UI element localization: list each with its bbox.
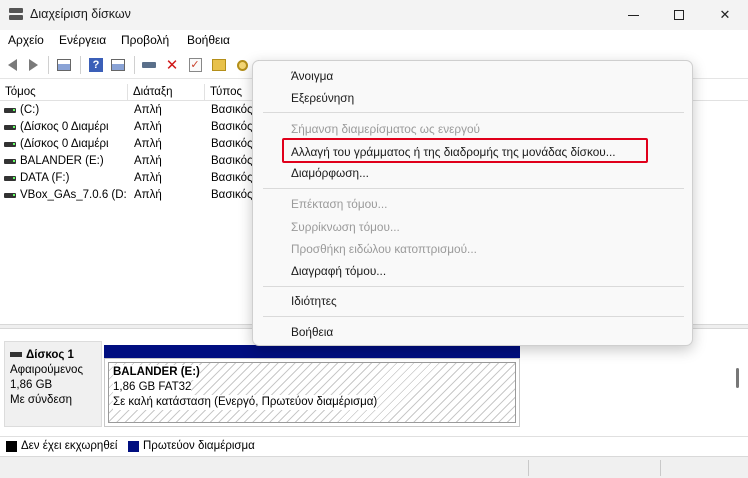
checklist-icon[interactable]: ✓: [187, 57, 203, 73]
partition-selected[interactable]: BALANDER (E:) 1,86 GB FAT32 Σε καλή κατά…: [108, 362, 516, 423]
drive-icon: [4, 159, 16, 164]
menu-file[interactable]: Αρχείο: [8, 33, 44, 47]
disk-management-app-icon: [9, 8, 23, 21]
volume-layout: Απλή: [134, 121, 162, 133]
highlight-annotation-box: [282, 138, 648, 163]
drive-icon: [4, 125, 16, 130]
drive-icon: [4, 176, 16, 181]
connect-disk-icon[interactable]: [141, 57, 157, 73]
volume-layout: Απλή: [134, 172, 162, 184]
volume-name: BALANDER (E:): [20, 155, 104, 167]
menu-help[interactable]: Βοήθεια: [187, 33, 230, 47]
volume-type: Βασικός: [211, 121, 253, 133]
menu-view[interactable]: Προβολή: [121, 33, 169, 47]
menu-item-properties[interactable]: Ιδιότητες: [254, 290, 691, 312]
back-arrow-icon[interactable]: [4, 57, 20, 73]
toolbar-separator: [134, 56, 135, 74]
disk-size: 1,86 GB: [10, 379, 53, 391]
status-divider: [528, 460, 529, 476]
partition-block[interactable]: BALANDER (E:) 1,86 GB FAT32 Σε καλή κατά…: [104, 345, 520, 427]
volume-layout: Απλή: [134, 155, 162, 167]
partition-health: Σε καλή κατάσταση (Ενεργό, Πρωτεύον διαμ…: [113, 395, 378, 410]
disk-name: Δίσκος 1: [26, 349, 74, 361]
volume-type: Βασικός: [211, 104, 253, 116]
status-bar: [0, 456, 748, 478]
drive-icon: [4, 142, 16, 147]
context-menu: Άνοιγμα Εξερεύνηση Σήμανση διαμερίσματος…: [252, 60, 693, 346]
menu-item-format[interactable]: Διαμόρφωση...: [254, 162, 691, 184]
forward-arrow-icon[interactable]: [25, 57, 41, 73]
delete-icon[interactable]: ✕: [164, 57, 180, 74]
volume-type: Βασικός: [211, 155, 253, 167]
menu-separator: [263, 188, 684, 189]
column-volume[interactable]: Τόμος: [0, 84, 128, 101]
disk-icon: [10, 352, 22, 358]
disk-map: Δίσκος 1 Αφαιρούμενος 1,86 GB Με σύνδεση…: [0, 335, 748, 435]
console-tree-icon[interactable]: [56, 57, 72, 73]
minimize-icon: [627, 14, 639, 16]
legend-swatch-unallocated: [6, 441, 17, 452]
column-layout[interactable]: Διάταξη: [128, 84, 205, 101]
toolbar-separator: [48, 56, 49, 74]
properties-icon[interactable]: [110, 57, 126, 73]
menu-bar: Αρχείο Ενέργεια Προβολή Βοήθεια: [0, 30, 748, 51]
volume-layout: Απλή: [134, 138, 162, 150]
maximize-icon: [674, 10, 684, 20]
partition-body[interactable]: BALANDER (E:) 1,86 GB FAT32 Σε καλή κατά…: [104, 358, 520, 427]
menu-item-shrink-volume: Συρρίκνωση τόμου...: [291, 220, 400, 234]
volume-type: Βασικός: [211, 138, 253, 150]
minimize-button[interactable]: [610, 0, 656, 30]
partition-color-bar: [104, 345, 520, 358]
volume-type: Βασικός: [211, 189, 253, 201]
partition-size-fs: 1,86 GB FAT32: [113, 380, 192, 395]
volume-name: DATA (F:): [20, 172, 70, 184]
volume-name: (C:): [20, 104, 40, 116]
help-icon[interactable]: ?: [88, 57, 104, 73]
volume-layout: Απλή: [134, 104, 162, 116]
toolbar-separator: [80, 56, 81, 74]
maximize-button[interactable]: [656, 0, 702, 30]
legend-swatch-primary: [128, 441, 139, 452]
partition-name: BALANDER (E:): [113, 365, 200, 380]
volume-layout: Απλή: [134, 189, 162, 201]
close-button[interactable]: ✕: [702, 0, 748, 30]
menu-item-extend-volume: Επέκταση τόμου...: [291, 197, 388, 211]
menu-action[interactable]: Ενέργεια: [59, 33, 106, 47]
menu-item-delete-volume[interactable]: Διαγραφή τόμου...: [254, 260, 691, 282]
menu-separator: [263, 316, 684, 317]
menu-separator: [263, 286, 684, 287]
close-icon: ✕: [719, 7, 731, 22]
volume-name: VBox_GAs_7.0.6 (D:): [20, 189, 126, 201]
window-title: Διαχείριση δίσκων: [30, 7, 131, 21]
title-bar: Διαχείριση δίσκων ✕: [0, 0, 748, 30]
legend-label-unallocated: Δεν έχει εκχωρηθεί: [21, 440, 118, 452]
menu-item-mark-active: Σήμανση διαμερίσματος ως ενεργού: [291, 122, 481, 136]
search-icon[interactable]: [234, 57, 250, 73]
drive-icon: [4, 108, 16, 113]
disk-info-panel[interactable]: Δίσκος 1 Αφαιρούμενος 1,86 GB Με σύνδεση: [4, 341, 102, 427]
menu-item-open[interactable]: Άνοιγμα: [254, 65, 691, 87]
menu-item-explore[interactable]: Εξερεύνηση: [254, 87, 691, 109]
volume-type: Βασικός: [211, 172, 253, 184]
volume-name: (Δίσκος 0 Διαμέρι: [20, 138, 109, 150]
legend-label-primary: Πρωτεύον διαμέρισμα: [143, 440, 255, 452]
drive-icon: [4, 193, 16, 198]
disk-status: Με σύνδεση: [10, 394, 73, 406]
menu-separator: [263, 112, 684, 113]
menu-item-help[interactable]: Βοήθεια: [254, 321, 691, 343]
disk-type: Αφαιρούμενος: [10, 364, 83, 376]
map-scrollbar[interactable]: [736, 368, 739, 388]
menu-item-add-mirror: Προσθήκη ειδώλου κατοπτρισμού...: [291, 242, 477, 256]
legend: Δεν έχει εκχωρηθεί Πρωτεύον διαμέρισμα: [0, 436, 748, 456]
volume-name: (Δίσκος 0 Διαμέρι: [20, 121, 109, 133]
status-divider: [660, 460, 661, 476]
up-folder-icon[interactable]: [211, 57, 227, 73]
